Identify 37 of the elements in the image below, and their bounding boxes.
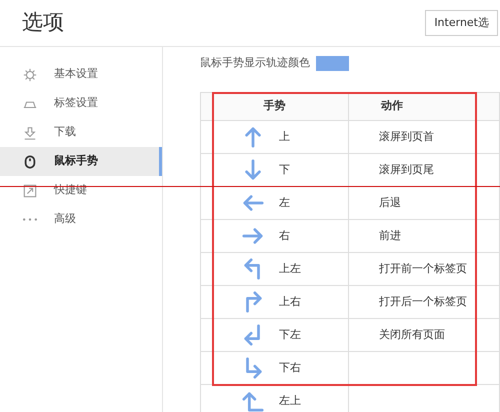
arrow-icon (242, 225, 264, 247)
sidebar-item[interactable]: 鼠标手势 (0, 147, 162, 176)
sidebar-item[interactable]: 基本设置 (0, 60, 162, 89)
action-cell-text: 关闭所有页面 (379, 326, 445, 343)
gesture-cell-text: 下左 (279, 326, 301, 343)
gesture-cell-text: 下 (279, 162, 290, 178)
sidebar-item[interactable]: 高级 (0, 205, 162, 234)
column-header: 动作 (380, 98, 404, 114)
mouse-icon (23, 154, 37, 168)
internet-options-button[interactable]: Internet选 (425, 10, 498, 36)
action-cell-text: 后退 (379, 194, 401, 211)
action-cell-text: 打开后一个标签页 (379, 294, 467, 310)
shortcut-icon (23, 184, 37, 198)
gesture-cell-text: 上右 (279, 294, 301, 310)
gesture-cell-text: 左 (279, 194, 290, 211)
gesture-cell-text: 左上 (279, 392, 301, 409)
download-icon (23, 126, 37, 140)
gesture-cell-text: 右 (279, 228, 290, 244)
action-cell-text: 滚屏到页尾 (379, 162, 434, 178)
action-cell-text: 前进 (379, 228, 401, 244)
more-icon (23, 218, 37, 221)
gesture-cell-text: 上 (279, 128, 290, 145)
arrow-icon (242, 192, 264, 214)
sidebar-item[interactable]: 标签设置 (0, 89, 162, 118)
column-header: 手势 (201, 93, 349, 120)
gesture-cell-text: 上左 (279, 260, 301, 277)
arrow-icon (242, 126, 264, 148)
arrow-icon (242, 159, 264, 181)
trail-color-label: 鼠标手势显示轨迹颜色 (200, 54, 310, 71)
window-title: 选项 (22, 9, 64, 36)
arrow-icon (242, 390, 264, 412)
action-cell-text: 滚屏到页首 (379, 128, 434, 145)
gear-icon (23, 68, 37, 82)
sidebar-item[interactable]: 下载 (0, 118, 162, 147)
action-cell-text: 打开前一个标签页 (379, 260, 467, 277)
gesture-cell-text: 下右 (279, 360, 301, 376)
color-swatch[interactable] (316, 56, 349, 70)
